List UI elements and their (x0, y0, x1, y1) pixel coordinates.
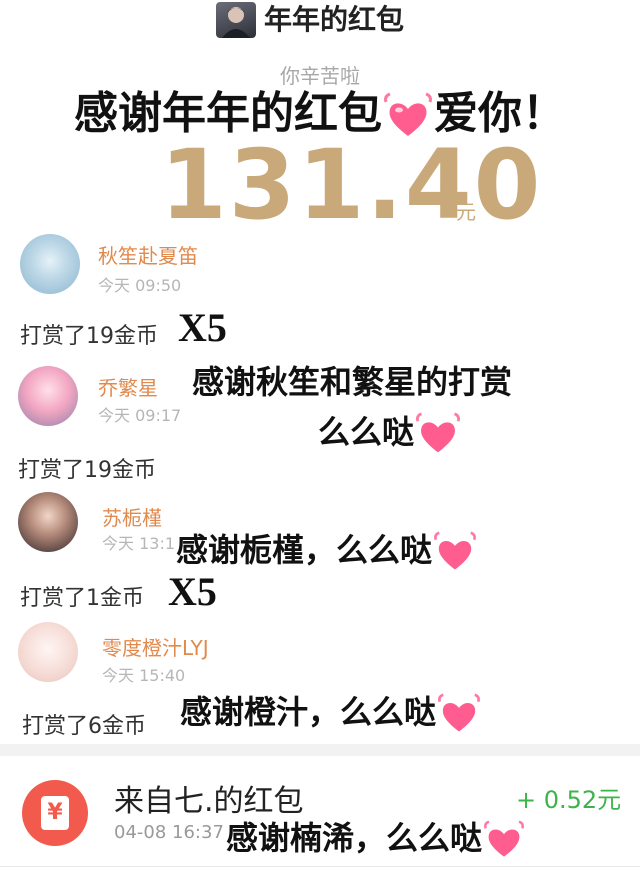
tip-text: 打赏了6金币 (22, 714, 146, 739)
thanks-text: 感谢栀槿，么么哒 (176, 531, 433, 569)
multiplier-label: X5 (168, 569, 217, 614)
thanks-overlay: 感谢楠浠，么么哒 (226, 818, 526, 860)
donor-name[interactable]: 秋笙赴夏笛 (98, 240, 198, 269)
heart-icon (484, 820, 525, 857)
thanks-overlay: 感谢橙汁，么么哒 (180, 692, 482, 735)
avatar[interactable] (20, 234, 80, 294)
red-packet-time: 04-08 16:37 (114, 822, 224, 843)
portrait-image (222, 7, 250, 38)
total-amount: 131.40 (160, 129, 543, 241)
header-avatar[interactable] (216, 2, 256, 38)
heart-icon (434, 531, 477, 570)
amount-unit: 元 (456, 200, 476, 224)
section-divider (0, 744, 640, 756)
donation-time: 今天 13:1 (102, 534, 176, 553)
multiplier-label: X5 (178, 305, 227, 350)
donation-time: 今天 09:50 (98, 276, 182, 295)
avatar[interactable] (18, 492, 78, 552)
red-packet-title[interactable]: 来自七.的红包 (114, 776, 304, 820)
heart-icon (416, 412, 461, 453)
thanks-overlay: 感谢秋笙和繁星的打赏 (192, 363, 513, 401)
page-title: 年年的红包 (264, 3, 405, 36)
avatar[interactable] (18, 622, 78, 682)
thanks-text: 么么哒 (318, 413, 415, 451)
donation-time: 今天 09:17 (98, 406, 182, 425)
yuan-icon: ¥ (41, 796, 69, 830)
tip-text: 打赏了19金币 (20, 324, 158, 349)
tip-text: 打赏了1金币 (20, 586, 144, 611)
thanks-overlay: 感谢栀槿，么么哒 (176, 530, 478, 573)
thanks-text: 感谢橙汁，么么哒 (180, 693, 437, 731)
donation-time: 今天 15:40 (102, 666, 186, 685)
list-divider (0, 866, 640, 867)
donor-name[interactable]: 乔繁星 (98, 372, 158, 401)
donor-name[interactable]: 苏栀槿 (102, 502, 162, 531)
subtitle: 你辛苦啦 (280, 64, 360, 88)
red-packet-amount: + 0.52元 (516, 786, 622, 814)
heart-icon (438, 693, 481, 732)
thanks-text: 感谢楠浠，么么哒 (226, 819, 483, 857)
tip-text: 打赏了19金币 (18, 458, 156, 483)
header-bar: 年年的红包 (0, 0, 640, 40)
thanks-overlay: 么么哒 (318, 412, 462, 456)
avatar[interactable] (18, 366, 78, 426)
red-packet-icon[interactable]: ¥ (22, 780, 88, 846)
donor-name[interactable]: 零度橙汁LYJ (102, 632, 209, 661)
